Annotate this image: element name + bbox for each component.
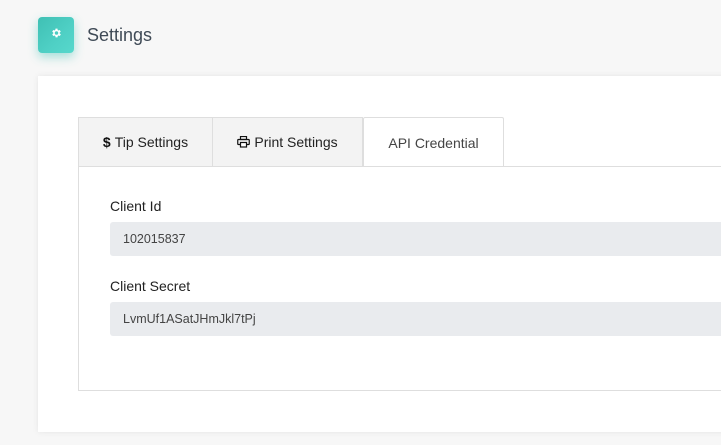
- api-credential-panel: Client Id 102015837 Client Secret LvmUf1…: [78, 166, 721, 391]
- settings-tabs: $ Tip Settings Print Settings API Creden…: [78, 117, 721, 391]
- settings-page: Settings $ Tip Settings Print Settings A…: [0, 0, 721, 445]
- settings-card: $ Tip Settings Print Settings API Creden…: [38, 76, 721, 432]
- tab-tip-settings[interactable]: $ Tip Settings: [78, 117, 213, 166]
- client-secret-label: Client Secret: [110, 278, 191, 294]
- tab-bar: $ Tip Settings Print Settings API Creden…: [78, 117, 504, 167]
- printer-icon: [237, 134, 251, 150]
- settings-badge: [38, 17, 74, 53]
- dollar-icon: $: [102, 134, 111, 150]
- tab-label: API Credential: [388, 134, 479, 151]
- client-id-label: Client Id: [110, 198, 162, 214]
- tab-print-settings[interactable]: Print Settings: [213, 117, 363, 166]
- client-id-field[interactable]: 102015837: [110, 222, 721, 256]
- tab-label: Tip Settings: [114, 134, 189, 150]
- gear-icon: [50, 26, 62, 44]
- page-title: Settings: [87, 25, 153, 45]
- page-header: Settings: [38, 17, 152, 53]
- tab-api-credential[interactable]: API Credential: [363, 117, 504, 167]
- client-secret-field[interactable]: LvmUf1ASatJHmJkl7tPj: [110, 302, 721, 336]
- tab-label: Print Settings: [254, 134, 338, 150]
